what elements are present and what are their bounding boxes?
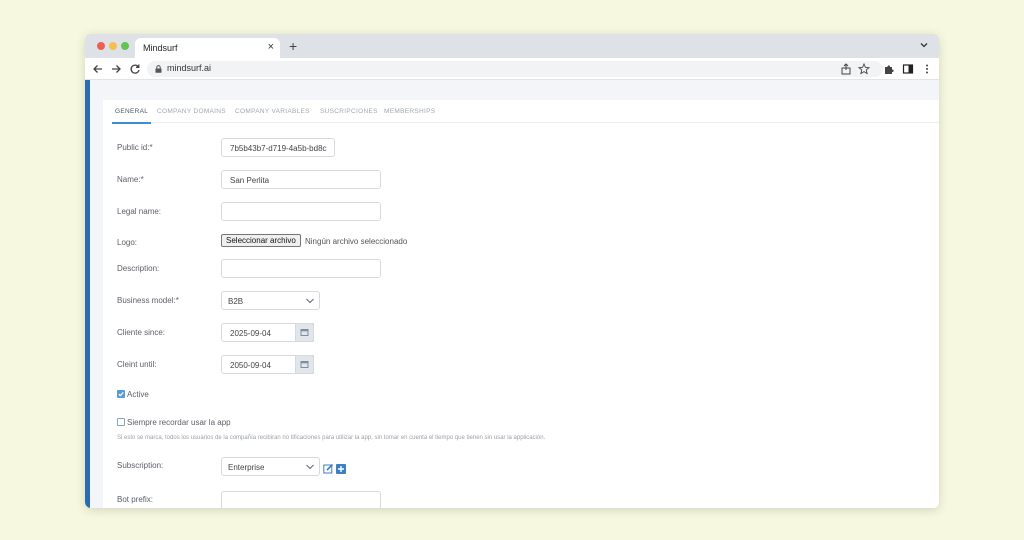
close-tab-icon[interactable]: × [268, 41, 274, 53]
reload-icon[interactable] [128, 62, 142, 76]
description-label: Description: [117, 264, 160, 273]
description-field[interactable] [221, 259, 381, 278]
browser-tab[interactable]: Mindsurf × [135, 38, 280, 58]
subscription-value: Enterprise [228, 463, 265, 472]
back-icon[interactable] [91, 62, 105, 76]
chevron-down-icon [306, 298, 314, 304]
legal-name-label: Legal name: [117, 207, 162, 216]
company-form-panel: GENERAL COMPANY DOMAINS COMPANY VARIABLE… [103, 100, 939, 508]
name-label: Name:* [117, 175, 144, 184]
share-icon[interactable] [840, 63, 852, 75]
cliente-since-value: 2025-09-04 [230, 329, 271, 338]
url-text: mindsurf.ai [167, 63, 212, 73]
address-bar[interactable]: mindsurf.ai [147, 61, 883, 77]
calendar-icon[interactable] [295, 355, 314, 374]
sidebar-edge [85, 80, 90, 508]
business-model-label: Business model:* [117, 296, 179, 305]
tab-general[interactable]: GENERAL [111, 108, 152, 124]
browser-window: Mindsurf × + mindsurf.ai GENERAL COMPANY… [85, 34, 939, 508]
page-viewport: GENERAL COMPANY DOMAINS COMPANY VARIABLE… [85, 80, 939, 508]
add-icon[interactable] [336, 463, 346, 474]
active-checkbox[interactable] [117, 390, 125, 398]
cliente-since-label: Cliente since: [117, 328, 166, 337]
file-status-text: Ningún archivo seleccionado [305, 237, 408, 246]
subscription-select[interactable]: Enterprise [221, 457, 320, 476]
logo-label: Logo: [117, 238, 138, 247]
section-tabs: GENERAL COMPANY DOMAINS COMPANY VARIABLE… [111, 100, 939, 124]
cleint-until-label: Cleint until: [117, 360, 157, 369]
calendar-icon[interactable] [295, 323, 314, 342]
public-id-field[interactable]: 7b5b43b7-d719-4a5b-bd8c [221, 138, 335, 157]
tab-search-chevron-icon[interactable] [919, 40, 929, 50]
cleint-until-value: 2050-09-04 [230, 361, 271, 370]
name-field[interactable]: San Perlita [221, 170, 381, 189]
business-model-value: B2B [228, 297, 244, 306]
bot-prefix-field[interactable] [221, 491, 381, 508]
new-tab-icon[interactable]: + [289, 38, 297, 54]
extensions-icon[interactable] [883, 63, 895, 75]
tab-company-domains[interactable]: COMPANY DOMAINS [157, 108, 226, 115]
tab-memberships[interactable]: MEMBERSHIPS [384, 108, 435, 115]
bookmark-star-icon[interactable] [858, 63, 870, 75]
lock-icon [155, 65, 162, 73]
public-id-label: Public id:* [117, 143, 153, 152]
siempre-help-text: Si esto se marca, todos los usuarios de … [117, 435, 546, 441]
chevron-down-icon [306, 464, 314, 470]
tab-bar: Mindsurf × + [85, 34, 939, 58]
maximize-window-button[interactable] [121, 42, 129, 50]
bot-prefix-label: Bot prefix: [117, 495, 154, 504]
tab-title: Mindsurf [143, 43, 178, 53]
public-id-value: 7b5b43b7-d719-4a5b-bd8c [230, 144, 327, 153]
siempre-recordar-checkbox[interactable] [117, 418, 125, 426]
minimize-window-button[interactable] [109, 42, 117, 50]
business-model-select[interactable]: B2B [221, 291, 320, 310]
menu-kebab-icon[interactable] [921, 63, 933, 75]
legal-name-field[interactable] [221, 202, 381, 221]
subscription-label: Subscription: [117, 461, 164, 470]
browser-toolbar: mindsurf.ai [85, 58, 939, 80]
sidebar-toggle-icon[interactable] [902, 63, 914, 75]
edit-icon[interactable] [323, 463, 334, 474]
tab-suscripciones[interactable]: SUSCRIPCIONES [320, 108, 378, 115]
choose-file-button[interactable]: Seleccionar archivo [221, 234, 301, 247]
close-window-button[interactable] [97, 42, 105, 50]
forward-icon[interactable] [109, 62, 123, 76]
name-value: San Perlita [230, 176, 270, 185]
active-label: Active [127, 390, 149, 399]
siempre-recordar-label: Siempre recordar usar la app [127, 418, 231, 427]
tab-company-variables[interactable]: COMPANY VARIABLES [235, 108, 310, 115]
